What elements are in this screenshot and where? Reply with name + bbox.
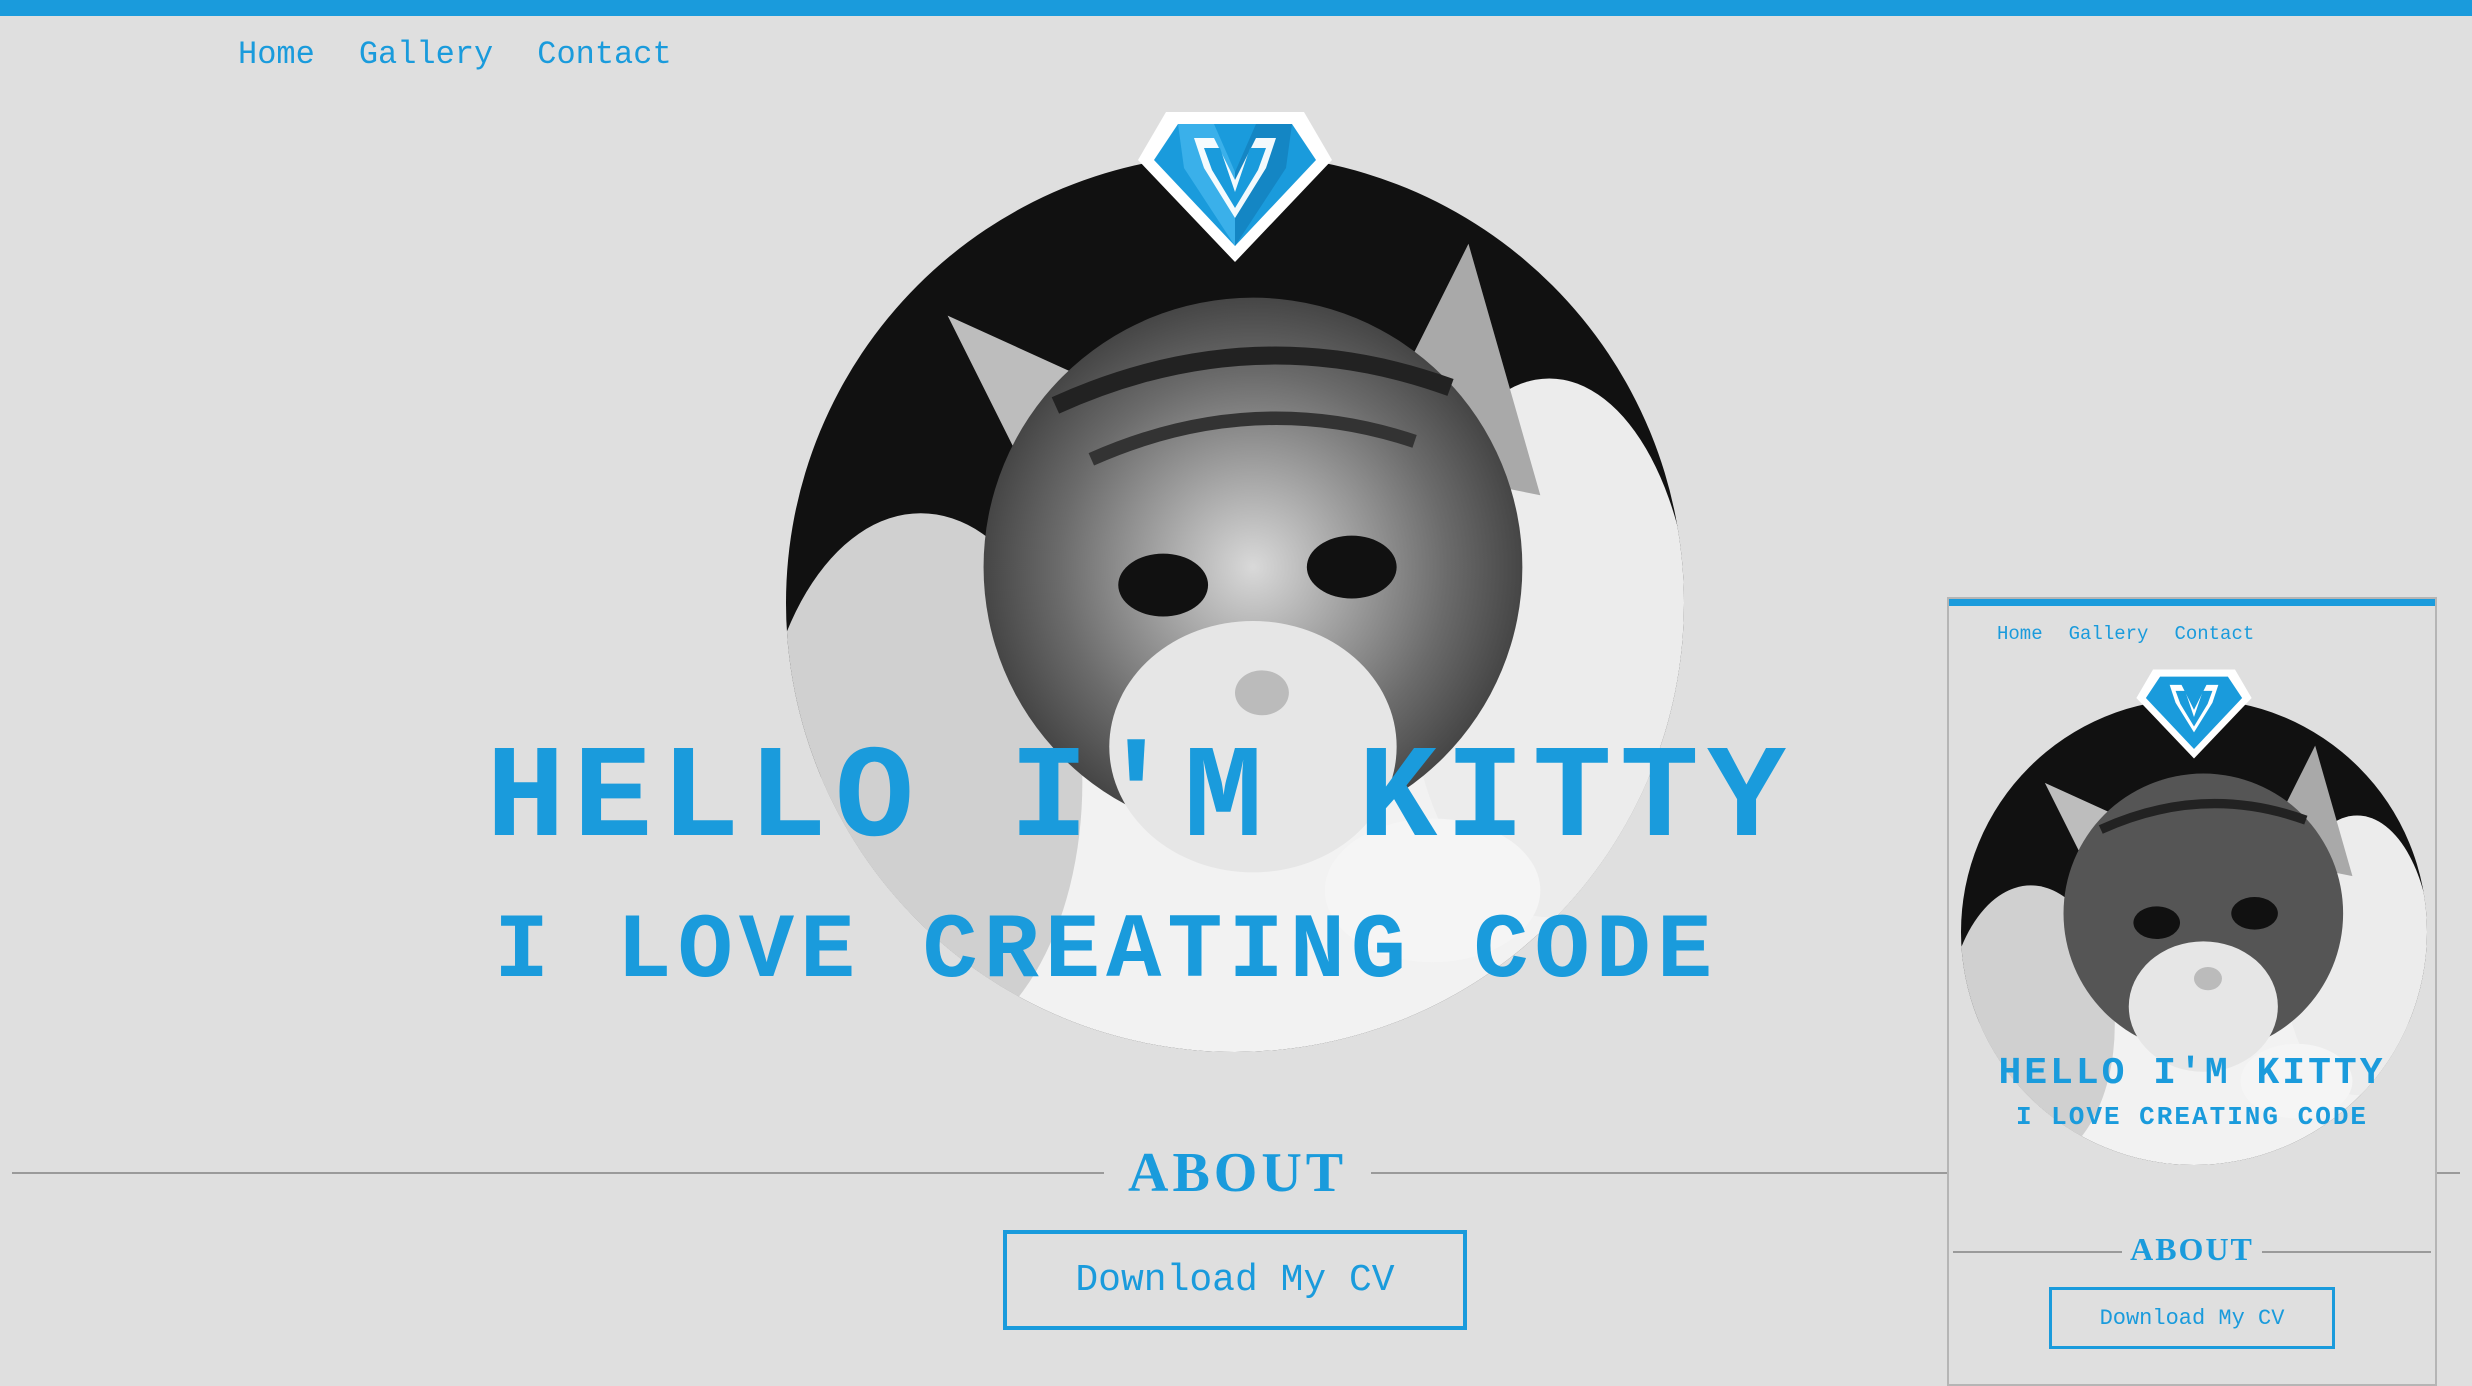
mobile-kitten-photo [1961,699,2427,1165]
nav-gallery-link[interactable]: Gallery [359,36,493,73]
mobile-top-accent-bar [1949,599,2435,606]
nav-home-link[interactable]: Home [238,36,315,73]
hero-subtitle: I LOVE CREATING CODE [494,899,1719,1004]
mobile-preview: Home Gallery Contact HELLO I'M KITTY I L… [1947,597,2437,1386]
about-heading: ABOUT [1104,1140,1372,1208]
mobile-hero-subtitle: I LOVE CREATING CODE [2015,1102,2369,1132]
mobile-download-cv-button[interactable]: Download My CV [2049,1287,2335,1349]
nav-contact-link[interactable]: Contact [537,36,671,73]
download-cv-button[interactable]: Download My CV [1003,1230,1467,1330]
mobile-nav-gallery-link[interactable]: Gallery [2069,623,2149,645]
mobile-nav: Home Gallery Contact [1997,623,2254,645]
main-nav: Home Gallery Contact [238,36,672,73]
mobile-diamond-m-logo-icon [2136,669,2252,759]
mobile-about-heading-wrap: ABOUT [1949,1231,2435,1268]
mobile-nav-home-link[interactable]: Home [1997,623,2043,645]
diamond-m-logo-icon [1138,112,1332,262]
top-accent-bar [0,0,2472,16]
hero-title: HELLO I'M KITTY [486,725,1795,875]
mobile-about-heading: ABOUT [2122,1231,2262,1267]
mobile-hero-title: HELLO I'M KITTY [1998,1052,2386,1095]
mobile-nav-contact-link[interactable]: Contact [2174,623,2254,645]
